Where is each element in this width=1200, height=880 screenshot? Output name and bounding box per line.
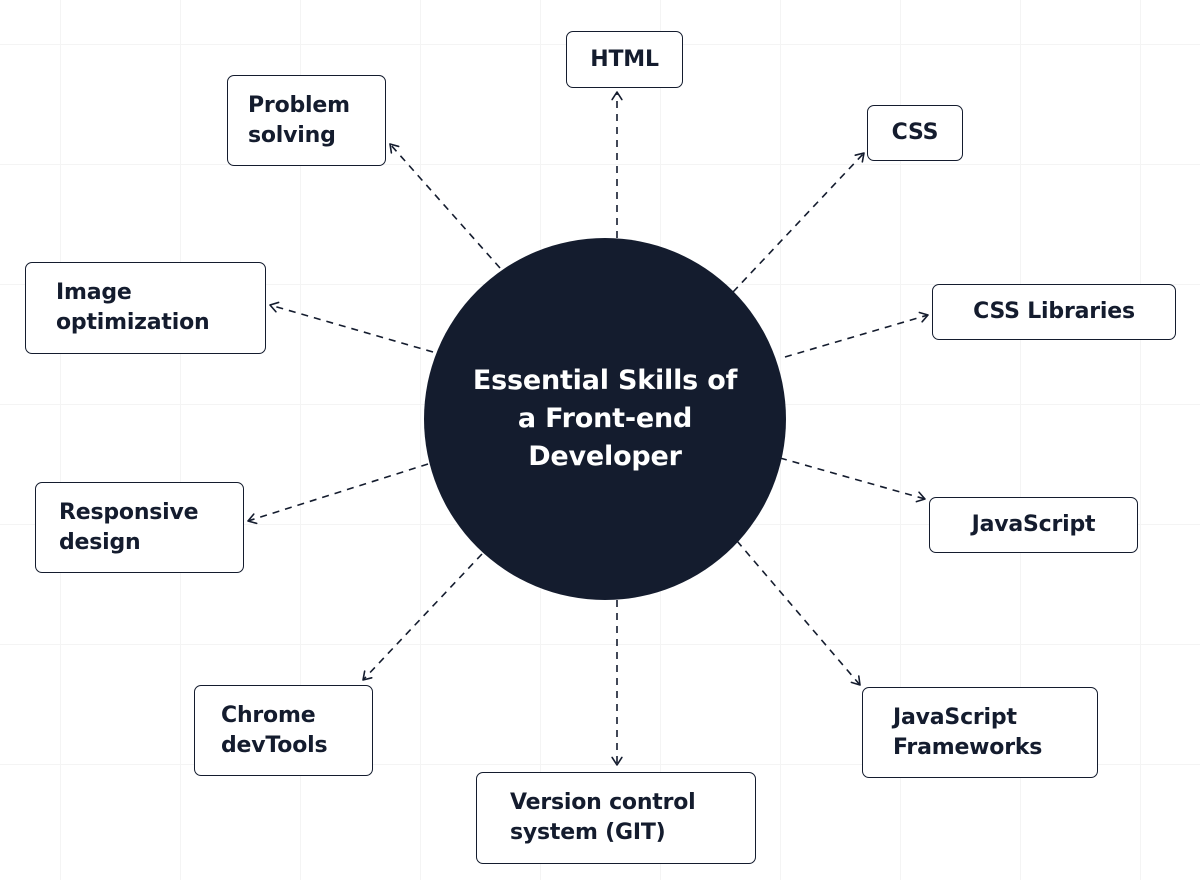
arrowhead-html xyxy=(611,91,623,101)
connector-javascript-frameworks xyxy=(736,540,861,686)
connector-javascript xyxy=(779,457,926,500)
skill-label-css: CSS xyxy=(891,120,939,145)
skill-node-html: HTML xyxy=(566,31,683,88)
connector-image-optimization xyxy=(269,304,434,353)
skill-label-responsive-design: Responsive design xyxy=(59,499,199,555)
skill-node-css-libraries: CSS Libraries xyxy=(932,284,1176,340)
skill-node-problem-solving: Problem solving xyxy=(227,75,386,166)
skill-node-responsive-design: Responsive design xyxy=(35,482,244,573)
skill-label-javascript: JavaScript xyxy=(971,512,1096,537)
skill-label-problem-solving: Problem solving xyxy=(248,92,350,148)
skill-label-image-optimization: Image optimization xyxy=(56,280,210,335)
skill-node-version-control: Version control system (GIT) xyxy=(476,772,756,864)
skill-node-javascript: JavaScript xyxy=(929,497,1138,553)
skill-label-version-control: Version control system (GIT) xyxy=(510,790,696,845)
skill-node-image-optimization: Image optimization xyxy=(25,262,266,354)
connector-responsive-design xyxy=(247,463,429,522)
skill-label-html: HTML xyxy=(590,46,659,72)
skill-label-javascript-frameworks: JavaScript Frameworks xyxy=(893,704,1043,760)
connector-chrome-devtools xyxy=(362,553,483,681)
skill-label-css-libraries: CSS Libraries xyxy=(973,299,1135,324)
skill-node-chrome-devtools: Chrome devTools xyxy=(194,685,373,776)
hub-title: Essential Skills of a Front-end Develope… xyxy=(472,365,738,472)
arrowhead-responsive-design xyxy=(247,513,258,525)
skill-node-javascript-frameworks: JavaScript Frameworks xyxy=(862,687,1098,778)
skill-label-chrome-devtools: Chrome devTools xyxy=(221,702,328,758)
central-hub-circle: Essential Skills of a Front-end Develope… xyxy=(424,238,786,600)
arrowhead-css-libraries xyxy=(918,311,929,323)
connector-css xyxy=(732,152,865,293)
skill-node-css: CSS xyxy=(867,105,963,161)
connector-css-libraries xyxy=(784,314,929,358)
connector-problem-solving xyxy=(389,143,501,269)
skills-diagram: Essential Skills of a Front-end Develope… xyxy=(0,0,1200,880)
